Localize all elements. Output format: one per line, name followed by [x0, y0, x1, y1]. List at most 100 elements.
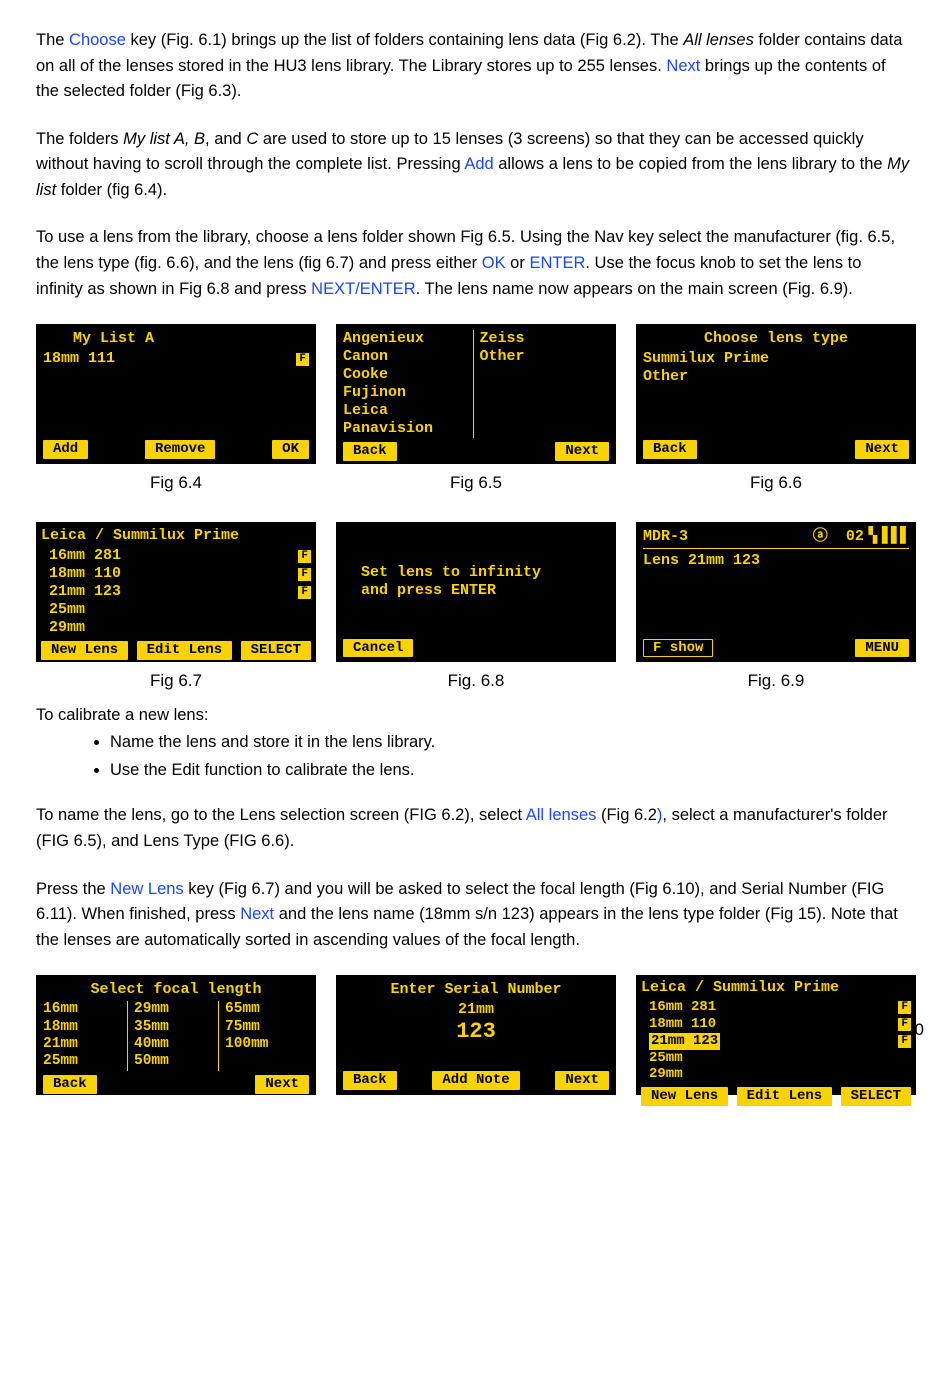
list-item[interactable]: 16mm 281 — [49, 547, 121, 565]
list-item[interactable]: Cooke — [343, 366, 467, 384]
list-item[interactable]: 29mm — [649, 1066, 683, 1083]
figure-6-9: MDR-3 ⓐ 02▝▖▋▋▋ Lens 21mm 123 F show MEN… — [636, 522, 916, 694]
italic-c: C — [246, 130, 258, 148]
lcd-6-7: Leica / Summilux Prime 16mm 281F 18mm 11… — [36, 522, 316, 662]
paragraph-5: Press the New Lens key (Fig 6.7) and you… — [36, 877, 910, 954]
list-item[interactable]: 25mm — [649, 1050, 683, 1067]
lcd-text: Set lens to infinity — [361, 564, 609, 582]
figure-caption: Fig 6.6 — [750, 470, 802, 496]
fshow-button[interactable]: F show — [643, 639, 713, 658]
list-item[interactable]: 29mm — [49, 619, 85, 637]
figure-caption: Fig. 6.9 — [748, 668, 805, 694]
text: (Fig 6.2 — [596, 806, 657, 824]
figure-6-12: Leica / Summilux Prime 16mm 281 F 18mm 11… — [636, 975, 916, 1095]
next-button[interactable]: Next — [555, 442, 609, 461]
lcd-line: 18mm 111 — [43, 350, 115, 368]
select-button[interactable]: SELECT — [241, 641, 311, 660]
f-badge-icon: F — [898, 1001, 911, 1014]
list-item[interactable]: 18mm — [43, 1019, 121, 1036]
keyword-next: Next — [240, 905, 274, 923]
lcd-6-8: Set lens to infinity and press ENTER Can… — [336, 522, 616, 662]
list-item[interactable]: 25mm — [43, 1053, 121, 1070]
text: allows a lens to be copied from the lens… — [494, 155, 887, 173]
f-badge-icon: F — [298, 586, 311, 599]
list-item[interactable]: Canon — [343, 348, 467, 366]
new-lens-button[interactable]: New Lens — [641, 1087, 728, 1106]
cancel-button[interactable]: Cancel — [343, 639, 413, 658]
list-item[interactable]: 75mm — [225, 1019, 303, 1036]
next-button[interactable]: Next — [855, 440, 909, 459]
list-item[interactable]: 16mm — [43, 1001, 121, 1018]
lcd-title: Choose lens type — [643, 330, 909, 348]
back-button[interactable]: Back — [343, 442, 397, 461]
list-item[interactable]: 35mm — [134, 1019, 212, 1036]
lcd-6-12: Leica / Summilux Prime 16mm 281 F 18mm 11… — [636, 975, 916, 1095]
back-button[interactable]: Back — [643, 440, 697, 459]
list-item[interactable]: Zeiss — [480, 330, 604, 348]
list-item[interactable]: Panavision — [343, 420, 467, 438]
ok-button[interactable]: OK — [272, 440, 309, 459]
list-item[interactable]: 100mm — [225, 1036, 303, 1053]
lcd-title: Leica / Summilux Prime — [641, 979, 911, 997]
select-button[interactable]: SELECT — [841, 1087, 911, 1106]
lcd-6-11: Enter Serial Number 21mm 123 Back Add No… — [336, 975, 616, 1095]
figure-row-2: Leica / Summilux Prime 16mm 281F 18mm 11… — [36, 522, 910, 694]
list-item[interactable]: 21mm 123 — [49, 583, 121, 601]
list-item[interactable]: 18mm 110 — [649, 1016, 716, 1033]
status-icon: ⓐ — [813, 528, 828, 545]
lcd-6-9: MDR-3 ⓐ 02▝▖▋▋▋ Lens 21mm 123 F show MEN… — [636, 522, 916, 662]
list-item[interactable]: Fujinon — [343, 384, 467, 402]
add-note-button[interactable]: Add Note — [432, 1071, 519, 1090]
keyword-next: Next — [666, 57, 700, 75]
next-button[interactable]: Next — [555, 1071, 609, 1090]
keyword-ok: OK — [482, 254, 506, 272]
list-item[interactable]: 40mm — [134, 1036, 212, 1053]
list-item[interactable]: 25mm — [49, 601, 85, 619]
list-item[interactable]: Other — [643, 368, 909, 386]
list-item[interactable]: 65mm — [225, 1001, 303, 1018]
list-item[interactable]: 16mm 281 — [649, 999, 716, 1016]
list-item[interactable]: Other — [480, 348, 604, 366]
lens-readout: Lens 21mm 123 — [643, 552, 909, 570]
text: The — [36, 31, 69, 49]
figure-6-4: My List A 18mm 111 F Add Remove OK Fig 6… — [36, 324, 316, 496]
f-badge-icon: F — [898, 1035, 911, 1048]
keyword-add: Add — [464, 155, 493, 173]
calibrate-list: Name the lens and store it in the lens l… — [110, 730, 910, 783]
lcd-6-10: Select focal length 16mm 18mm 21mm 25mm … — [36, 975, 316, 1095]
list-item[interactable]: Summilux Prime — [643, 350, 909, 368]
list-item[interactable]: 50mm — [134, 1053, 212, 1070]
edit-lens-button[interactable]: Edit Lens — [737, 1087, 833, 1106]
back-button[interactable]: Back — [43, 1075, 97, 1094]
figure-6-8: Set lens to infinity and press ENTER Can… — [336, 522, 616, 694]
list-item[interactable]: Leica — [343, 402, 467, 420]
next-button[interactable]: Next — [255, 1075, 309, 1094]
keyword-choose: Choose — [69, 31, 126, 49]
text: Press the — [36, 880, 110, 898]
lcd-text: and press ENTER — [361, 582, 609, 600]
device-label: MDR-3 — [643, 528, 688, 546]
figure-6-5: Angenieux Canon Cooke Fujinon Leica Pana… — [336, 324, 616, 496]
list-item[interactable]: 21mm — [43, 1036, 121, 1053]
list-item[interactable]: 18mm 110 — [49, 565, 121, 583]
edit-lens-button[interactable]: Edit Lens — [137, 641, 233, 660]
serial-value[interactable]: 123 — [343, 1019, 609, 1045]
list-item[interactable]: 29mm — [134, 1001, 212, 1018]
add-button[interactable]: Add — [43, 440, 88, 459]
figure-6-11: Enter Serial Number 21mm 123 Back Add No… — [336, 975, 616, 1095]
figure-caption: Fig 6.5 — [450, 470, 502, 496]
lcd-6-6: Choose lens type Summilux Prime Other Ba… — [636, 324, 916, 464]
list-item-selected[interactable]: 21mm 123 — [649, 1033, 720, 1050]
signal-battery-icon: 02▝▖▋▋▋ — [846, 528, 909, 545]
remove-button[interactable]: Remove — [145, 440, 215, 459]
new-lens-button[interactable]: New Lens — [41, 641, 128, 660]
back-button[interactable]: Back — [343, 1071, 397, 1090]
text: To name the lens, go to the Lens selecti… — [36, 806, 526, 824]
f-badge-icon: F — [298, 568, 311, 581]
figure-6-7: Leica / Summilux Prime 16mm 281F 18mm 11… — [36, 522, 316, 694]
figure-caption: Fig 6.7 — [150, 668, 202, 694]
lcd-6-5: Angenieux Canon Cooke Fujinon Leica Pana… — [336, 324, 616, 464]
list-item[interactable]: Angenieux — [343, 330, 467, 348]
menu-button[interactable]: MENU — [855, 639, 909, 658]
keyword-all-lenses: All lenses — [526, 806, 597, 824]
